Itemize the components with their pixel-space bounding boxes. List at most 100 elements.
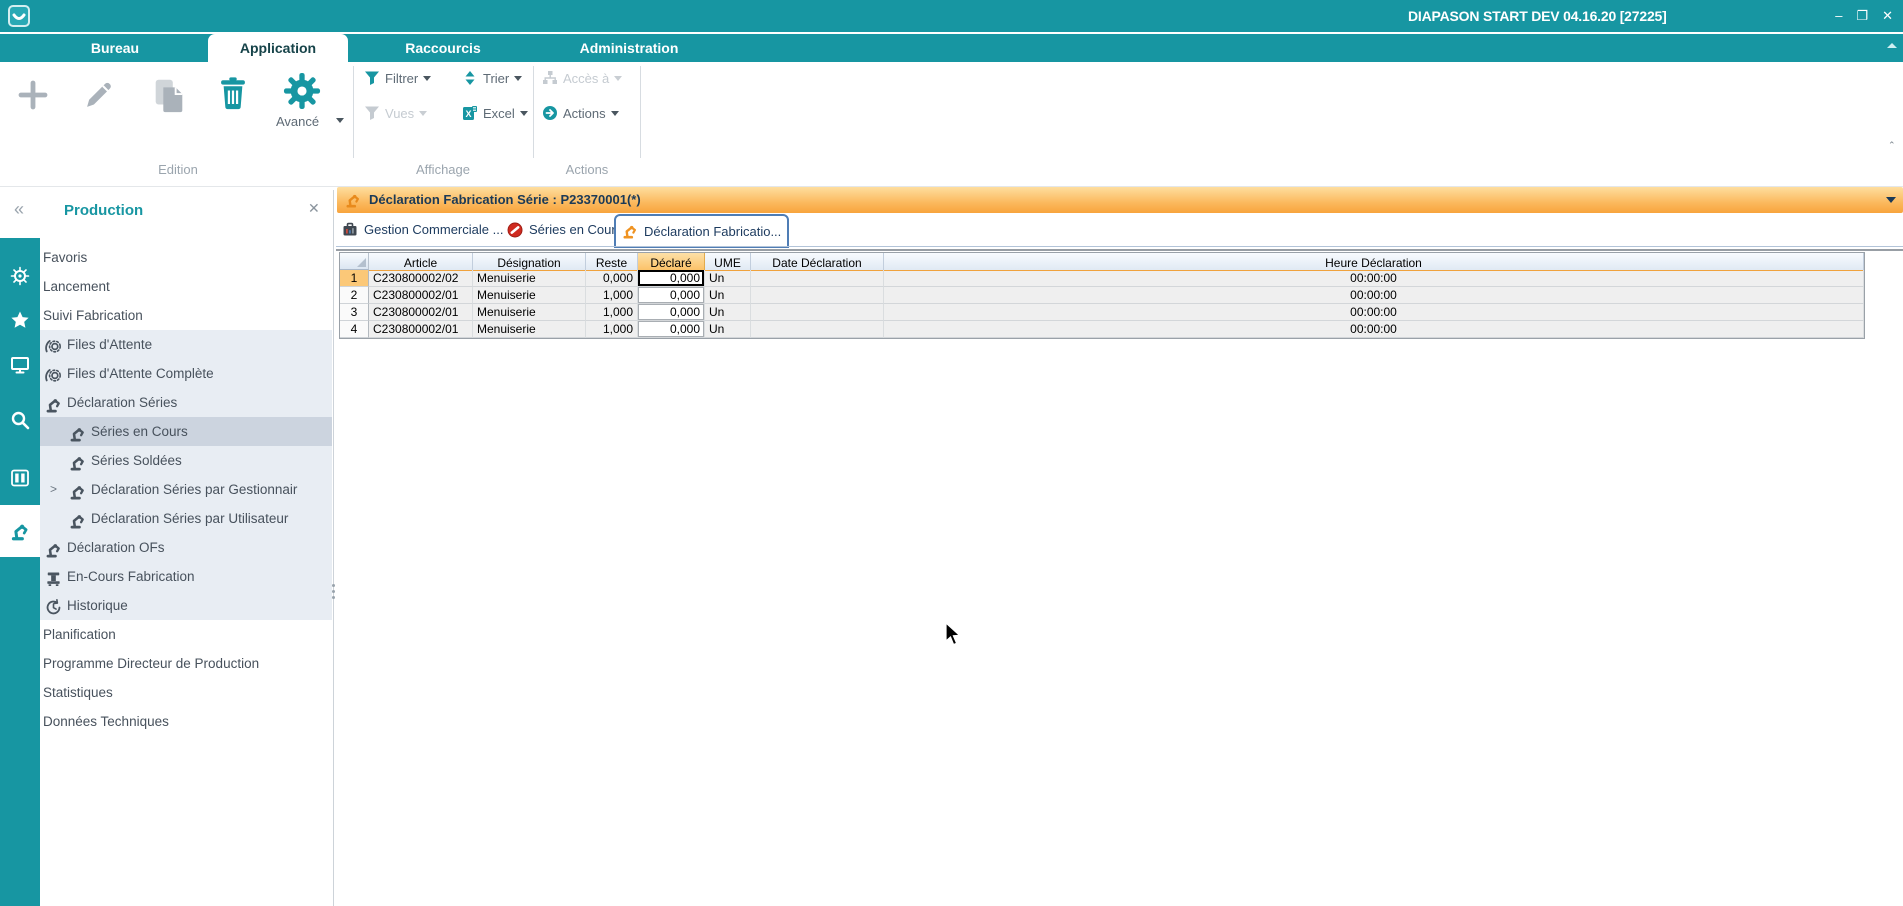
sidebar-nav-item[interactable]: Séries en Cours <box>40 417 332 446</box>
document-tabs: Gestion Commerciale ... Séries en Cours … <box>336 213 1903 246</box>
sidebar-nav-item[interactable]: Planification <box>40 620 332 649</box>
tab-bureau[interactable]: Bureau <box>75 34 155 62</box>
sidebar-nav-item[interactable]: En-Cours Fabrication <box>40 562 332 591</box>
sidebar-nav-item[interactable]: Suivi Fabrication <box>40 301 332 330</box>
excel-button[interactable]: X Excel <box>462 103 528 123</box>
grid-cell[interactable]: Un <box>705 304 751 321</box>
sidebar-nav-item[interactable]: Historique <box>40 591 332 620</box>
rail-production-icon[interactable] <box>0 505 40 557</box>
grid-cell[interactable]: 00:00:00 <box>884 287 1864 304</box>
row-number-cell[interactable]: 4 <box>340 321 369 338</box>
actions-button[interactable]: Actions <box>542 103 619 123</box>
rail-wheel-icon[interactable] <box>0 254 40 298</box>
sidebar-nav-item[interactable]: Déclaration Séries <box>40 388 332 417</box>
delete-trash-icon[interactable] <box>216 76 250 110</box>
grid-cell[interactable]: Menuiserie <box>473 304 586 321</box>
sidebar-nav-item[interactable]: Déclaration Séries par Utilisateur <box>40 504 332 533</box>
add-icon[interactable] <box>18 80 48 110</box>
advanced-caret-icon[interactable] <box>336 118 344 123</box>
sidebar-nav-item[interactable]: > Déclaration Séries par Gestionnair <box>40 475 332 504</box>
title-bar: DIAPASON START DEV 04.16.20 [27225] – ❐ … <box>0 0 1903 34</box>
access-button[interactable]: Accès à <box>542 68 622 88</box>
excel-caret-icon[interactable] <box>520 111 528 116</box>
grid-cell[interactable] <box>751 270 884 287</box>
nav-item-label: En-Cours Fabrication <box>67 562 195 591</box>
grid-cell[interactable]: 1,000 <box>586 321 638 338</box>
sidebar-splitter[interactable] <box>333 190 334 906</box>
grid-cell[interactable]: 0,000 <box>586 270 638 287</box>
views-button[interactable]: Vues <box>364 103 427 123</box>
sidebar-close-icon[interactable]: ✕ <box>308 200 320 217</box>
edit-pencil-icon[interactable] <box>82 78 116 112</box>
grid-cell[interactable]: C230800002/01 <box>369 321 473 338</box>
sidebar-nav-item[interactable]: Files d'Attente <box>40 330 332 359</box>
sidebar-nav-item[interactable]: Données Techniques <box>40 707 332 736</box>
grid-cell[interactable]: C230800002/02 <box>369 270 473 287</box>
sort-button[interactable]: Trier <box>462 68 522 88</box>
copy-icon[interactable] <box>150 76 188 114</box>
row-number-cell[interactable]: 1 <box>340 270 369 287</box>
nav-item-label: Statistiques <box>43 678 113 707</box>
rail-columns-icon[interactable] <box>0 456 40 500</box>
advanced-label[interactable]: Avancé <box>276 114 319 129</box>
grid-cell[interactable]: Menuiserie <box>473 321 586 338</box>
ribbon-collapse-icon[interactable]: ⌃ <box>1888 142 1898 148</box>
expander-icon[interactable]: > <box>50 475 57 504</box>
grid-corner-cell[interactable] <box>340 253 369 270</box>
grid-cell[interactable]: 1,000 <box>586 287 638 304</box>
strip-collapse-icon[interactable] <box>1887 43 1897 48</box>
filter-button[interactable]: Filtrer <box>364 68 431 88</box>
row-number-cell[interactable]: 3 <box>340 304 369 321</box>
grid-cell[interactable]: 00:00:00 <box>884 270 1864 287</box>
rail-search-icon[interactable] <box>0 398 40 442</box>
grid-cell[interactable]: 00:00:00 <box>884 321 1864 338</box>
document-header-caret-icon[interactable] <box>1886 197 1896 203</box>
maximize-button[interactable]: ❐ <box>1856 7 1868 25</box>
sidebar-nav-item[interactable]: Programme Directeur de Production <box>40 649 332 678</box>
document-tab[interactable]: Déclaration Fabricatio... <box>614 214 789 248</box>
sidebar-nav-item[interactable]: Favoris <box>40 243 332 272</box>
sort-caret-icon[interactable] <box>514 76 522 81</box>
grid-cell[interactable]: Un <box>705 287 751 304</box>
grid-cell[interactable] <box>751 304 884 321</box>
document-tab-label: Déclaration Fabricatio... <box>644 224 781 239</box>
rail-star-icon[interactable] <box>0 298 40 342</box>
splitter-handle-icon[interactable] <box>331 584 336 606</box>
document-title: Déclaration Fabrication Série : P2337000… <box>369 192 641 207</box>
grid-cell[interactable]: 0,000 <box>638 287 705 304</box>
filter-caret-icon[interactable] <box>423 76 431 81</box>
sidebar-nav-item[interactable]: Déclaration OFs <box>40 533 332 562</box>
tab-application[interactable]: Application <box>208 34 348 62</box>
app-logo-icon[interactable] <box>8 5 30 27</box>
sidebar-nav-item[interactable]: Files d'Attente Complète <box>40 359 332 388</box>
sidebar-nav-item[interactable]: Statistiques <box>40 678 332 707</box>
grid-cell[interactable]: C230800002/01 <box>369 287 473 304</box>
grid-cell[interactable]: 0,000 <box>638 304 705 321</box>
sidebar-nav-item[interactable]: Lancement <box>40 272 332 301</box>
row-number-cell[interactable]: 2 <box>340 287 369 304</box>
grid-cell[interactable]: C230800002/01 <box>369 304 473 321</box>
document-header-bar[interactable]: Déclaration Fabrication Série : P2337000… <box>337 187 1903 213</box>
grid-cell[interactable] <box>751 287 884 304</box>
rail-monitor-icon[interactable] <box>0 343 40 387</box>
grid-cell[interactable]: Menuiserie <box>473 287 586 304</box>
grid-cell[interactable]: Un <box>705 270 751 287</box>
grid-cell[interactable]: 0,000 <box>638 321 705 338</box>
document-tab[interactable]: Gestion Commerciale ... <box>336 216 509 243</box>
sidebar-nav-item[interactable]: Séries Soldées <box>40 446 332 475</box>
advanced-gear-icon[interactable] <box>283 72 321 110</box>
tab-raccourcis[interactable]: Raccourcis <box>400 34 486 62</box>
grid-cell[interactable] <box>751 321 884 338</box>
grid-cell[interactable]: 00:00:00 <box>884 304 1864 321</box>
minimize-button[interactable]: – <box>1835 7 1842 25</box>
grid-cell[interactable]: Menuiserie <box>473 270 586 287</box>
sidebar-collapse-icon[interactable]: « <box>14 199 24 220</box>
document-tab[interactable]: Séries en Cours <box>501 216 628 243</box>
actions-caret-icon[interactable] <box>611 111 619 116</box>
nav-item-label: Séries Soldées <box>91 446 182 475</box>
grid-cell[interactable]: 1,000 <box>586 304 638 321</box>
tab-administration[interactable]: Administration <box>572 34 686 62</box>
close-button[interactable]: ✕ <box>1882 7 1893 25</box>
grid-cell[interactable]: Un <box>705 321 751 338</box>
grid-cell[interactable]: 0,000 <box>638 270 705 287</box>
